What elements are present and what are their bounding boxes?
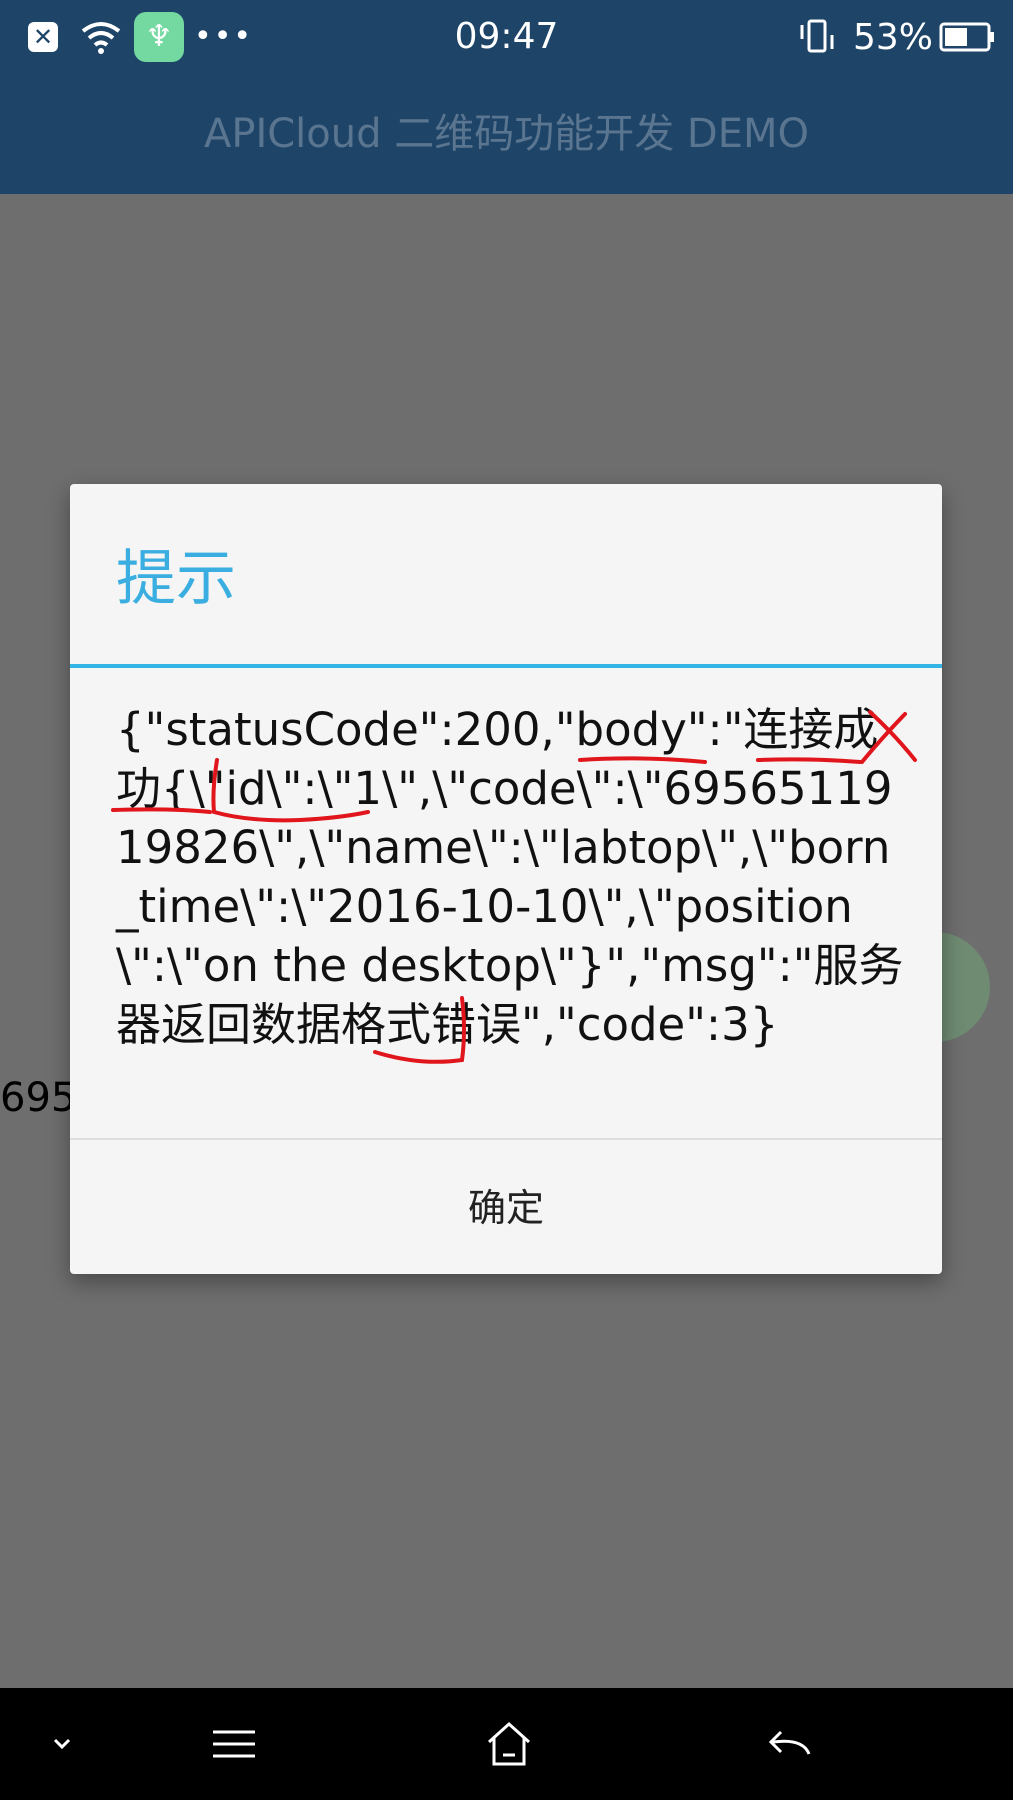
battery-percent: 53% (852, 16, 933, 58)
nav-back-button[interactable] (728, 1688, 848, 1800)
dialog-title-divider (70, 664, 942, 668)
status-bar: ✕ ♆ ••• 09:47 53% (0, 0, 1013, 74)
nav-home-button[interactable] (449, 1688, 569, 1800)
app-header: APICloud 二维码功能开发 DEMO (0, 74, 1013, 194)
navigation-bar (0, 1688, 1013, 1800)
status-right-icons: 53% (797, 12, 995, 62)
chevron-down-icon (53, 1738, 71, 1750)
background-text: 695 (0, 1075, 77, 1121)
home-icon (487, 1721, 531, 1766)
back-icon (768, 1730, 811, 1755)
confirm-button[interactable]: 确定 (70, 1140, 942, 1274)
nav-chevron-down-button[interactable] (2, 1688, 122, 1800)
menu-icon (213, 1730, 255, 1758)
dialog-title: 提示 (116, 544, 236, 614)
screen: ✕ ♆ ••• 09:47 53% APICloud 二维码功能开发 DEMO … (0, 0, 1013, 1800)
battery-icon (939, 22, 994, 52)
app-title: APICloud 二维码功能开发 DEMO (203, 111, 810, 157)
dialog-message: {"statusCode":200,"body":"连接成功{\"id\":\"… (116, 703, 904, 1051)
alert-dialog: 提示 {"statusCode":200,"body":"连接成功{\"id\"… (70, 484, 942, 1274)
nav-menu-button[interactable] (174, 1688, 294, 1800)
vibrate-icon (800, 19, 834, 53)
